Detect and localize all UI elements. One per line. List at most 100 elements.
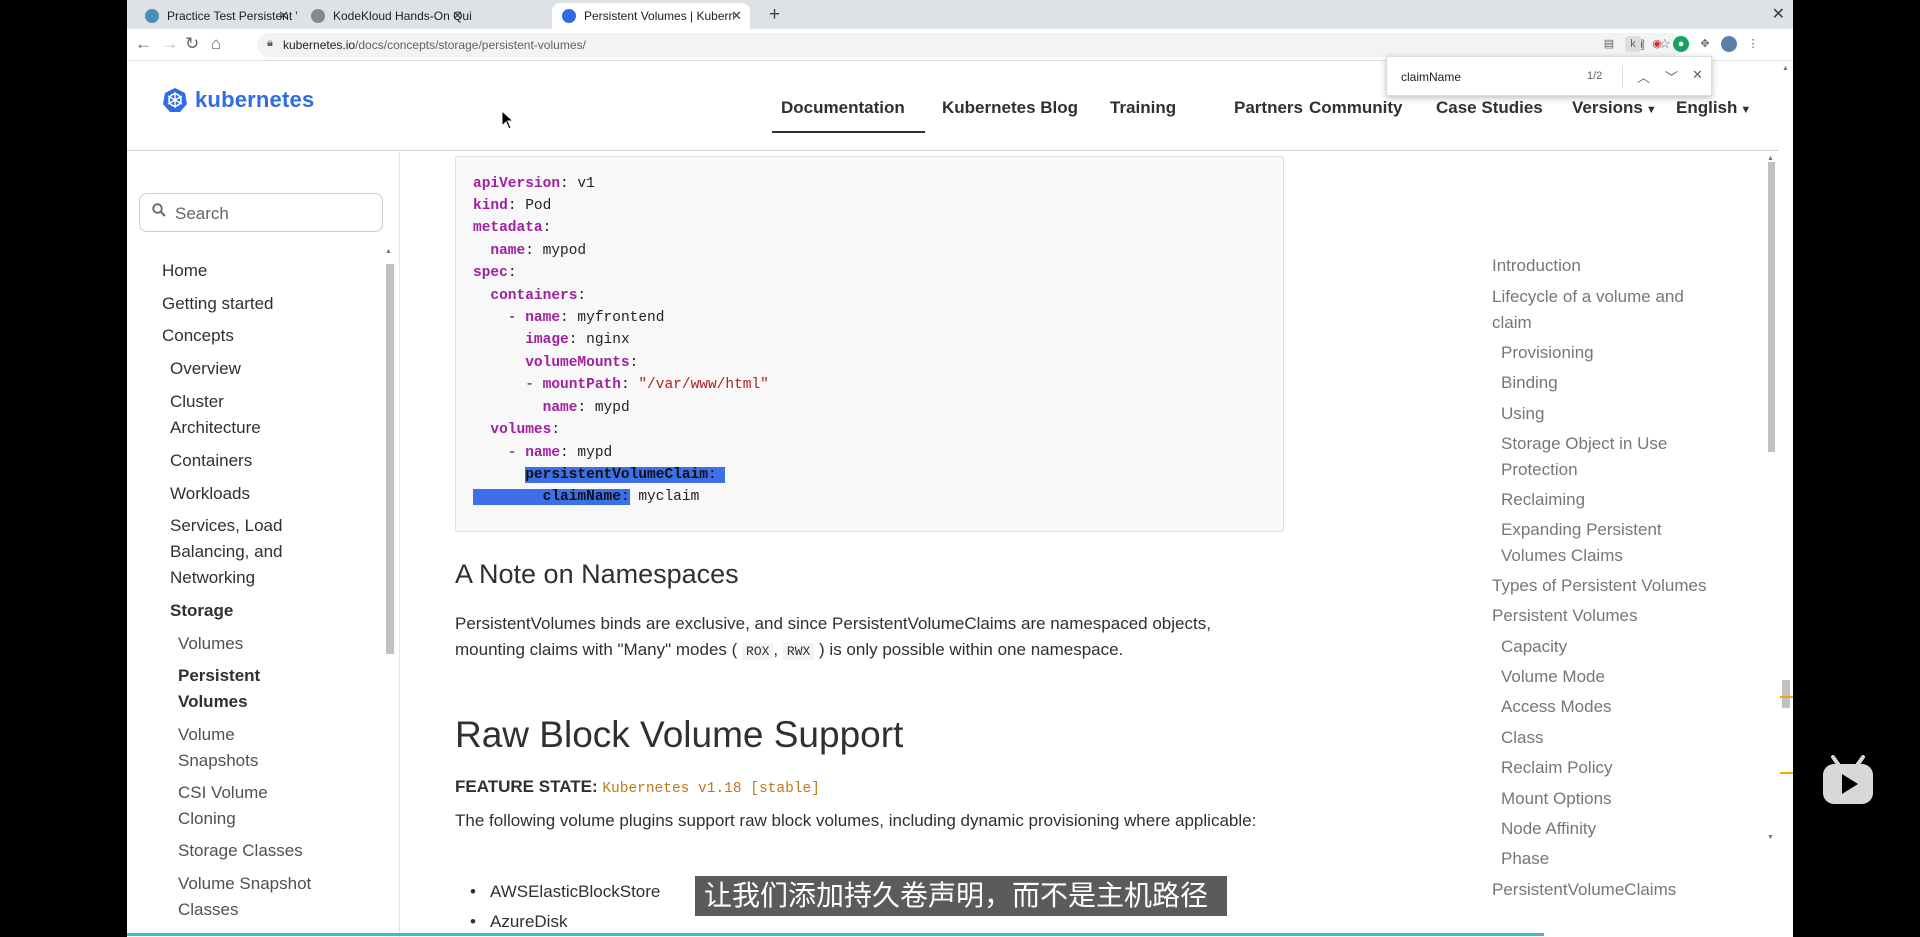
toc-item-volume-mode[interactable]: Volume Mode [1501,664,1605,690]
caret-down-icon: ▼ [1645,104,1657,116]
nav-kubernetes-blog[interactable]: Kubernetes Blog [942,98,1078,118]
sidebar-item-containers[interactable]: Containers [170,448,252,474]
toc-item-binding[interactable]: Binding [1501,370,1558,396]
section-heading-raw-block: Raw Block Volume Support [455,714,904,755]
sidebar-item-concepts[interactable]: Concepts [162,323,234,349]
toc-item-phase[interactable]: Phase [1501,846,1549,872]
avatar[interactable] [1721,36,1737,52]
scroll-up-arrow-icon[interactable]: ▲ [1782,65,1789,72]
code-line: volumes: [490,422,561,438]
address-bar[interactable]: 🔒︎ kubernetes.io/docs/concepts/storage/p… [257,33,1682,57]
nav-documentation[interactable]: Documentation [781,98,905,118]
toc-item-lifecycle[interactable]: Lifecycle of a volume and claim [1492,284,1702,336]
close-icon[interactable]: ✕ [452,8,463,24]
window-close-icon[interactable]: ✕ [1772,4,1785,24]
toc-item-using[interactable]: Using [1501,401,1544,427]
play-icon[interactable] [1820,755,1876,811]
sidebar-item-persistent-volumes[interactable]: Persistent Volumes [178,663,288,715]
sidebar-item-volume-snapshots[interactable]: Volume Snapshots [178,722,288,774]
toc-item-capacity[interactable]: Capacity [1501,634,1567,660]
toc-item-reclaim-policy[interactable]: Reclaim Policy [1501,755,1612,781]
code-line: name: mypod [490,243,587,259]
toc-item-types-pv[interactable]: Types of Persistent Volumes [1492,573,1707,599]
sidebar-item-services-networking[interactable]: Services, Load Balancing, and Networking [170,513,305,591]
close-icon[interactable]: ✕ [278,8,289,24]
nav-partners[interactable]: Partners [1234,98,1303,118]
extension-icon[interactable]: ◉ [1649,36,1665,52]
find-previous-icon[interactable]: ︿ [1637,67,1650,86]
nav-language-dropdown[interactable]: English ▼ [1676,98,1751,118]
mouse-cursor-icon [502,111,514,130]
search-input[interactable]: Search [139,193,383,232]
extension-icon[interactable]: ▤ [1601,36,1617,52]
tab-practice-test[interactable]: Practice Test Persistent Volum ✕ [135,3,297,29]
nav-versions-dropdown[interactable]: Versions ▼ [1572,98,1657,118]
kodekloud-favicon-icon [145,9,159,23]
toc-scrollbar-thumb[interactable] [1768,162,1775,452]
table-of-contents: Introduction Lifecycle of a volume and c… [1492,152,1777,899]
tab-kodekloud-quiz[interactable]: KodeKloud Hands-On Quiz ✕ [301,3,471,29]
code-line: containers: [490,288,587,304]
toc-item-mount-options[interactable]: Mount Options [1501,786,1612,812]
kubernetes-logo[interactable]: kubernetes [162,87,314,113]
namespaces-paragraph-line: mounting claims with "Many" modes ( ROX,… [455,640,1124,660]
extension-icon[interactable]: ● [1673,36,1689,52]
nav-active-underline [772,131,925,133]
find-bar: claimName 1/2 ︿ ﹀ ✕ [1386,56,1712,96]
extension-icon[interactable]: k [1625,36,1641,52]
find-close-icon[interactable]: ✕ [1692,67,1703,83]
section-heading-namespaces: A Note on Namespaces [455,559,739,589]
puzzle-icon[interactable]: ✥ [1697,36,1713,52]
toc-item-introduction[interactable]: Introduction [1492,253,1581,279]
toc-item-access-modes[interactable]: Access Modes [1501,694,1612,720]
sidebar-item-storage-classes[interactable]: Storage Classes [178,838,303,864]
sidebar-item-storage[interactable]: Storage [170,598,233,624]
find-count: 1/2 [1587,70,1603,82]
home-icon[interactable]: ⌂ [211,34,221,54]
reload-icon[interactable]: ↻ [185,34,199,54]
scroll-down-arrow-icon[interactable]: ▼ [1767,834,1774,841]
sidebar-item-csi-volume-cloning[interactable]: CSI Volume Cloning [178,780,288,832]
tab-persistent-volumes[interactable]: Persistent Volumes | Kuberne ✕ [552,3,750,29]
forward-arrow-icon[interactable]: → [161,34,178,54]
sidebar-item-volumes[interactable]: Volumes [178,631,243,657]
menu-dots-icon[interactable]: ⋮ [1745,36,1761,52]
toc-item-node-affinity[interactable]: Node Affinity [1501,816,1596,842]
toc-item-expanding-pvc[interactable]: Expanding Persistent Volumes Claims [1501,517,1701,569]
list-item: AWSElasticBlockStore [470,882,660,902]
docs-sidebar: Search Home Getting started Concepts Ove… [127,152,400,937]
video-progress-bar[interactable] [127,933,1544,936]
page-scrollbar-thumb[interactable] [1782,680,1790,708]
caret-down-icon: ▼ [1740,104,1752,116]
find-input[interactable]: claimName [1401,70,1461,84]
toc-item-storage-object-protection[interactable]: Storage Object in Use Protection [1501,431,1701,483]
nav-case-studies[interactable]: Case Studies [1436,98,1543,118]
kubernetes-wheel-icon [163,88,187,112]
lock-icon[interactable]: 🔒︎ [267,37,273,50]
new-tab-icon[interactable]: + [769,4,780,26]
nav-training[interactable]: Training [1110,98,1176,118]
globe-icon [311,9,325,23]
sidebar-scrollbar-thumb[interactable] [386,264,394,654]
toc-item-pvcs[interactable]: PersistentVolumeClaims [1492,877,1676,903]
yaml-code-block: apiVersion: v1 kind: Pod metadata: name:… [455,156,1284,532]
list-item: AzureDisk [470,912,568,932]
close-icon[interactable]: ✕ [731,8,742,24]
code-line: image: nginx [525,332,630,348]
back-arrow-icon[interactable]: ← [135,34,152,54]
sidebar-item-getting-started[interactable]: Getting started [162,291,274,317]
toc-item-provisioning[interactable]: Provisioning [1501,340,1594,366]
toc-item-reclaiming[interactable]: Reclaiming [1501,487,1585,513]
toc-item-persistent-volumes[interactable]: Persistent Volumes [1492,603,1638,629]
sidebar-item-cluster-architecture[interactable]: Cluster Architecture [170,389,290,441]
sidebar-item-workloads[interactable]: Workloads [170,481,250,507]
nav-community[interactable]: Community [1309,98,1403,118]
find-next-icon[interactable]: ﹀ [1665,67,1678,86]
sidebar-item-overview[interactable]: Overview [170,356,241,382]
scroll-up-arrow-icon[interactable]: ▲ [1767,155,1774,162]
sidebar-item-volume-snapshot-classes[interactable]: Volume Snapshot Classes [178,871,328,923]
toc-item-class[interactable]: Class [1501,725,1544,751]
find-match-marker [1780,772,1793,774]
scroll-up-arrow-icon[interactable]: ▲ [385,248,392,255]
sidebar-item-home[interactable]: Home [162,258,207,284]
